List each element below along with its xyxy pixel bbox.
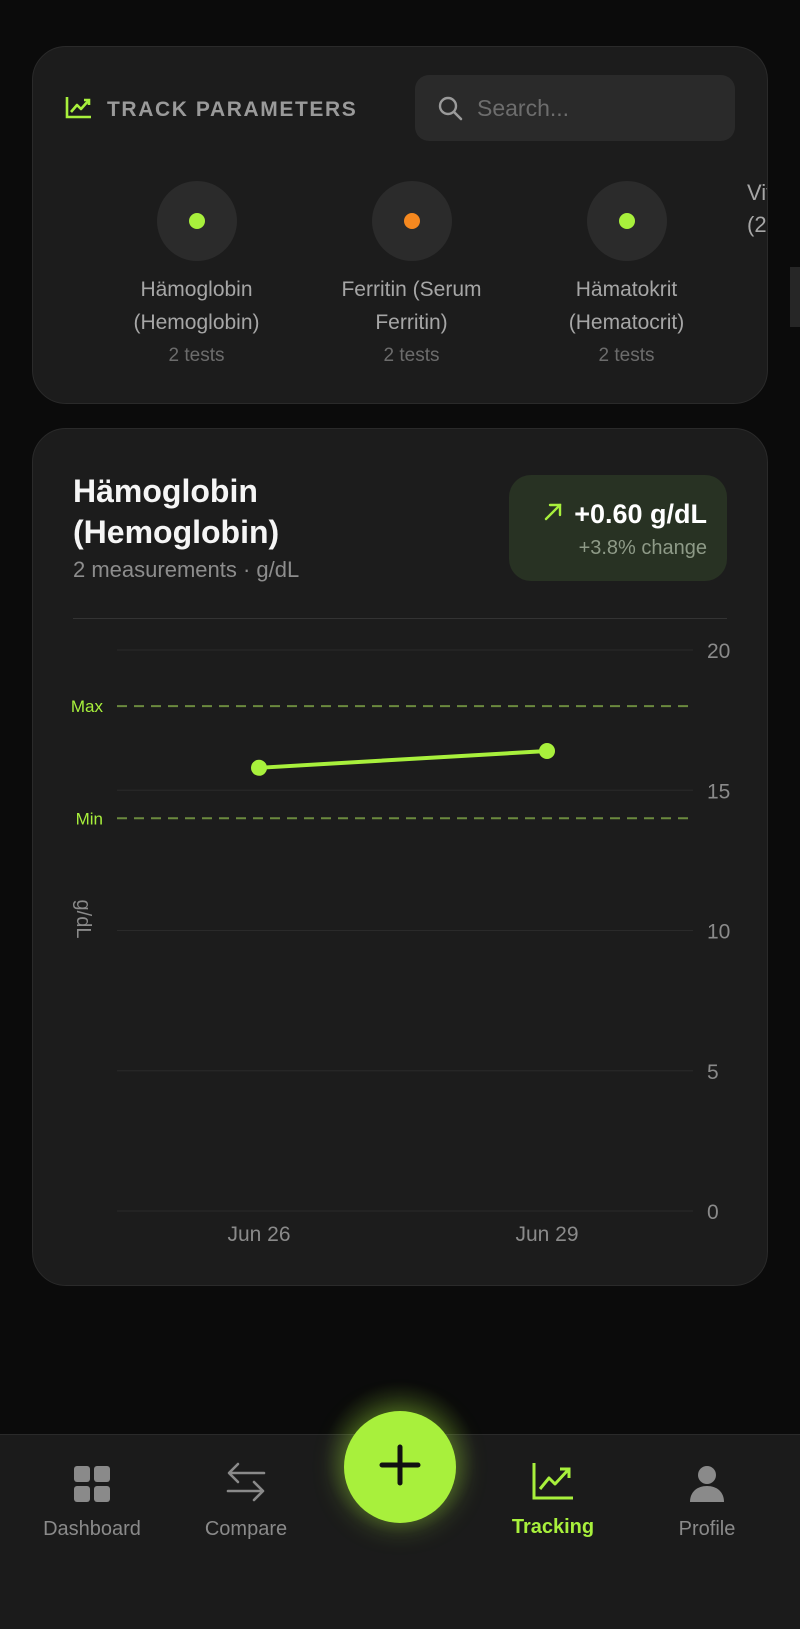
nav-label: Profile bbox=[678, 1518, 736, 1540]
status-dot bbox=[403, 213, 420, 229]
param-status-circle bbox=[586, 181, 667, 261]
nav-compare[interactable]: Compare bbox=[171, 1459, 321, 1541]
search-box[interactable] bbox=[415, 75, 735, 141]
param-item-ferritin[interactable]: Ferritin (Serum Ferritin) 2 tests bbox=[304, 181, 519, 367]
y-axis-label: g/dL bbox=[72, 900, 94, 939]
plus-icon bbox=[378, 1443, 422, 1492]
y-tick-label: 5 bbox=[707, 1061, 719, 1084]
param-name: Ferritin (Serum Ferritin) bbox=[341, 278, 482, 334]
track-parameters-card: TRACK PARAMETERS Hämoglobin (Hemoglobin)… bbox=[32, 46, 768, 404]
scroll-edge bbox=[790, 267, 800, 327]
nav-label: Dashboard bbox=[43, 1518, 141, 1540]
x-tick-label: Jun 26 bbox=[227, 1223, 290, 1246]
params-header: TRACK PARAMETERS bbox=[65, 75, 735, 141]
reference-label-max: Max bbox=[71, 697, 104, 716]
param-item-vitamin-d[interactable]: Vitamin D (25- bbox=[747, 180, 767, 241]
add-button[interactable] bbox=[344, 1411, 456, 1523]
y-tick-label: 20 bbox=[707, 640, 730, 663]
data-point bbox=[251, 759, 267, 776]
trend-chart-icon bbox=[65, 95, 93, 124]
param-name: Hämoglobin (Hemoglobin) bbox=[133, 278, 260, 334]
data-point bbox=[539, 742, 555, 759]
nav-label: Compare bbox=[204, 1518, 288, 1540]
search-icon bbox=[437, 95, 463, 121]
trend-chart-icon bbox=[531, 1461, 575, 1506]
param-count: 2 tests bbox=[168, 345, 225, 366]
param-item-hematocrit[interactable]: Hämatokrit (Hematocrit) 2 tests bbox=[519, 181, 734, 367]
param-list: Hämoglobin (Hemoglobin) 2 tests Ferritin… bbox=[33, 180, 767, 381]
person-icon bbox=[689, 1465, 725, 1508]
param-count: 2 tests bbox=[383, 345, 440, 366]
nav-dashboard[interactable]: Dashboard bbox=[17, 1465, 167, 1541]
reference-label-min: Min bbox=[76, 809, 103, 828]
y-tick-label: 0 bbox=[707, 1201, 719, 1224]
grid-icon bbox=[73, 1465, 111, 1508]
param-item-hemoglobin[interactable]: Hämoglobin (Hemoglobin) 2 tests bbox=[89, 181, 304, 367]
y-tick-label: 15 bbox=[707, 780, 730, 803]
nav-label: Tracking bbox=[511, 1516, 595, 1538]
y-tick-label: 10 bbox=[707, 921, 730, 944]
param-name: Hämatokrit (Hematocrit) bbox=[568, 278, 685, 334]
hemoglobin-line-chart: 0 5 10 15 20 Max Min g/dL Jun 26 Jun 29 bbox=[71, 640, 730, 1246]
x-tick-label: Jun 29 bbox=[515, 1223, 578, 1246]
series-line bbox=[257, 748, 549, 770]
status-dot bbox=[188, 213, 205, 229]
params-title-wrap: TRACK PARAMETERS bbox=[65, 95, 357, 124]
nav-tracking[interactable]: Tracking bbox=[478, 1461, 628, 1539]
parameter-detail-card: Hämoglobin (Hemoglobin) 2 measurements ·… bbox=[32, 428, 768, 1286]
status-dot bbox=[618, 213, 635, 229]
nav-profile[interactable]: Profile bbox=[632, 1465, 782, 1541]
search-input[interactable] bbox=[477, 94, 697, 122]
swap-arrows-icon bbox=[226, 1459, 266, 1510]
param-status-circle bbox=[156, 181, 237, 261]
param-count: 2 tests bbox=[598, 345, 655, 366]
param-name: Vitamin D (25- bbox=[747, 180, 767, 237]
param-status-circle bbox=[371, 181, 452, 261]
params-title: TRACK PARAMETERS bbox=[107, 97, 358, 121]
